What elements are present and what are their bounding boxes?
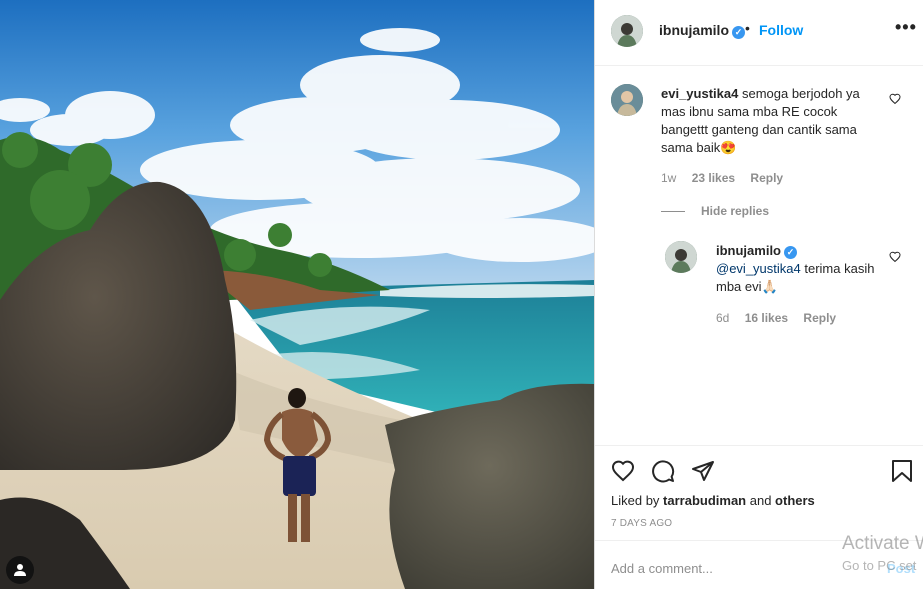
post-header: ibnujamilo ✓ • Follow ••• <box>595 0 923 66</box>
activate-windows-watermark: Activate W <box>842 533 923 554</box>
verified-badge-icon: ✓ <box>732 26 745 39</box>
post-actions: Liked by tarrabudiman and others 7 DAYS … <box>595 445 923 540</box>
heart-icon[interactable] <box>889 93 901 105</box>
reply-time: 6d <box>716 311 730 325</box>
comment-meta: 1w 23 likes Reply <box>661 171 795 185</box>
comment-input[interactable]: Add a comment... <box>611 561 713 576</box>
liked-by-middle: and <box>746 493 776 508</box>
divider-line <box>661 211 685 213</box>
post-side-panel: ibnujamilo ✓ • Follow ••• evi_yustika4 se… <box>594 0 923 589</box>
person-icon <box>14 564 26 576</box>
follow-button[interactable]: Follow <box>759 22 803 38</box>
post-timestamp[interactable]: 7 DAYS AGO <box>611 518 672 529</box>
comment-icon[interactable] <box>651 459 675 483</box>
separator-dot: • <box>745 20 750 36</box>
hide-replies-label: Hide replies <box>701 204 770 218</box>
reply-likes[interactable]: 16 likes <box>745 311 788 325</box>
post-photo[interactable] <box>0 0 594 589</box>
heart-icon[interactable] <box>611 459 635 483</box>
comment-body: evi_yustika4 semoga berjodoh ya mas ibnu… <box>661 85 879 157</box>
verified-badge-icon: ✓ <box>784 246 797 259</box>
liked-by-others-link[interactable]: others <box>775 493 815 508</box>
reply-username[interactable]: ibnujamilo <box>716 243 781 258</box>
liked-by-user-link[interactable]: tarrabudiman <box>663 493 746 508</box>
reply-body: ibnujamilo ✓ @evi_yustika4 terima kasih m… <box>716 242 886 296</box>
activate-windows-subtext: Go to PC set <box>842 558 917 573</box>
reply-author-avatar[interactable] <box>665 241 697 273</box>
comment-time: 1w <box>661 171 677 185</box>
hide-replies-button[interactable]: Hide replies <box>661 204 769 218</box>
heart-icon[interactable] <box>889 251 901 263</box>
post-author-username[interactable]: ibnujamilo ✓ <box>659 22 745 39</box>
reply-meta: 6d 16 likes Reply <box>716 311 848 325</box>
liked-by-prefix: Liked by <box>611 493 664 508</box>
comment-reply-button[interactable]: Reply <box>750 171 783 185</box>
liked-by-summary: Liked by tarrabudiman and others <box>611 493 815 508</box>
reply-reply-button[interactable]: Reply <box>803 311 836 325</box>
paper-plane-icon[interactable] <box>691 459 715 483</box>
avatar[interactable] <box>611 15 643 47</box>
user-tag-button[interactable] <box>6 556 34 584</box>
comment-likes[interactable]: 23 likes <box>692 171 735 185</box>
beach-photo <box>0 0 594 589</box>
more-options-icon[interactable]: ••• <box>895 17 917 38</box>
bookmark-icon[interactable] <box>891 459 913 483</box>
reply-mention-link[interactable]: @evi_yustika4 <box>716 261 801 276</box>
comment-username[interactable]: evi_yustika4 <box>661 86 738 101</box>
commenter-avatar[interactable] <box>611 84 643 116</box>
